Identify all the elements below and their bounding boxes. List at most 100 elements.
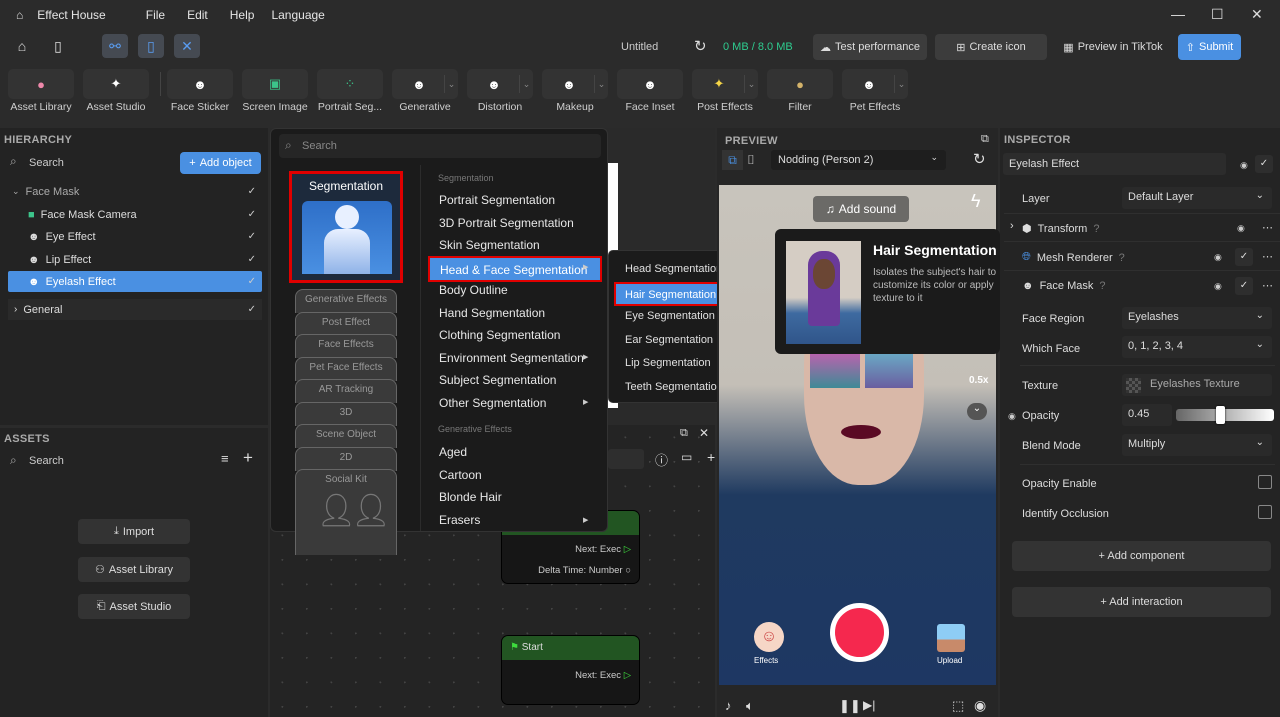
tiktok-icon[interactable]: ♪: [725, 698, 732, 713]
opacity-input[interactable]: 0.45: [1122, 404, 1172, 426]
menu-item-head-face-segmentation[interactable]: Head & Face Segmentation: [428, 255, 602, 282]
create-icon-button[interactable]: ⊞ Create icon: [935, 34, 1047, 60]
popout-icon[interactable]: ⧉: [981, 133, 989, 146]
identify-occlusion-checkbox[interactable]: [1258, 505, 1272, 519]
category-generative-effects[interactable]: Generative Effects: [295, 289, 397, 313]
visible-check-icon[interactable]: ✓: [248, 231, 256, 242]
category-segmentation[interactable]: Segmentation: [289, 171, 403, 283]
test-performance-button[interactable]: ☁ Test performance: [813, 34, 927, 60]
info-icon[interactable]: ⓘ: [655, 450, 668, 469]
tool-face-sticker-button[interactable]: ☻: [167, 69, 233, 99]
graph-search-input[interactable]: [608, 449, 644, 469]
graph-view-icon[interactable]: ⚯: [102, 34, 128, 58]
category-2d[interactable]: 2D: [295, 446, 397, 471]
tool-pet-effects-button[interactable]: ☻ ⌄: [842, 69, 908, 99]
blend-mode-select[interactable]: Multiply ⌄: [1122, 434, 1272, 456]
visible-check-icon[interactable]: ✓: [248, 209, 256, 220]
opacity-slider-thumb[interactable]: [1215, 406, 1225, 424]
tool-distortion-button[interactable]: ☻ ⌄: [467, 69, 533, 99]
visible-check-icon[interactable]: ✓: [248, 254, 256, 265]
submenu-item-eye-segmentation[interactable]: Eye Segmentation: [625, 310, 715, 322]
add-sound-button[interactable]: ♫ Add sound: [813, 196, 909, 222]
dropdown-chevron-icon[interactable]: ⌄: [894, 75, 908, 93]
record-button[interactable]: [830, 603, 889, 662]
tree-item-eye-effect[interactable]: ☻ Eye Effect ✓: [8, 226, 262, 247]
tool-filter-button[interactable]: ●: [767, 69, 833, 99]
submenu-item-teeth-segmentation[interactable]: Teeth Segmentation: [625, 381, 723, 393]
minimize-icon[interactable]: —: [1171, 6, 1185, 22]
category-scene-object[interactable]: Scene Object: [295, 424, 397, 448]
texture-picker[interactable]: Eyelashes Texture: [1122, 374, 1272, 396]
menu-file[interactable]: File: [146, 8, 165, 22]
face-mask-enabled-checkbox[interactable]: ✓: [1235, 277, 1253, 295]
pause-icon[interactable]: ❚❚: [839, 698, 861, 714]
add-node-icon[interactable]: +: [707, 449, 715, 465]
menu-language[interactable]: Language: [271, 8, 324, 22]
camera-icon[interactable]: ⌷: [747, 152, 755, 168]
expand-chevron-icon[interactable]: ›: [1010, 220, 1014, 232]
refresh-icon[interactable]: ↻: [694, 37, 707, 55]
tool-makeup-button[interactable]: ☻ ⌄: [542, 69, 608, 99]
phone-view-icon[interactable]: ▯: [138, 34, 164, 58]
menu-item-body-outline[interactable]: Body Outline: [439, 283, 508, 297]
add-asset-icon[interactable]: +: [243, 448, 253, 468]
volume-icon[interactable]: 🔈︎: [746, 698, 754, 714]
dropdown-chevron-icon[interactable]: ⌄: [444, 75, 458, 93]
opacity-slider[interactable]: [1176, 406, 1274, 424]
stop-record-icon[interactable]: ◉: [974, 697, 986, 714]
opacity-keyframe-icon[interactable]: ◉: [1008, 411, 1016, 422]
menu-item-environment-segmentation[interactable]: Environment Segmentation: [439, 351, 584, 365]
dropdown-chevron-icon[interactable]: ⌄: [744, 75, 758, 93]
opacity-enable-checkbox[interactable]: [1258, 475, 1272, 489]
expand-chevron-icon[interactable]: ⌄: [967, 403, 987, 420]
asset-studio-button[interactable]: ⎗ Asset Studio: [78, 594, 190, 619]
number-pin-icon[interactable]: ○: [625, 565, 631, 576]
add-object-button[interactable]: + Add object: [180, 152, 261, 174]
exec-pin-icon[interactable]: ▷: [624, 544, 631, 555]
submenu-item-head-segmentation[interactable]: Head Segmentation: [625, 263, 722, 275]
mesh-visibility-icon[interactable]: ◉: [1214, 252, 1222, 263]
object-name-input[interactable]: Eyelash Effect: [1003, 153, 1226, 175]
help-icon[interactable]: ?: [1119, 252, 1125, 264]
filter-icon[interactable]: ≡: [221, 451, 229, 466]
scene-select[interactable]: Nodding (Person 2) ⌄: [771, 150, 946, 170]
transform-component[interactable]: ⬢ Transform?: [1022, 222, 1099, 236]
home-icon[interactable]: ⌂: [9, 34, 35, 58]
object-enabled-checkbox[interactable]: ✓: [1255, 155, 1273, 173]
submenu-item-lip-segmentation[interactable]: Lip Segmentation: [625, 357, 711, 369]
submenu-item-ear-segmentation[interactable]: Ear Segmentation: [625, 334, 713, 346]
exec-pin-icon[interactable]: ▷: [624, 670, 631, 681]
dropdown-chevron-icon[interactable]: ⌄: [519, 75, 533, 93]
tree-item-general[interactable]: › General ✓: [8, 299, 262, 320]
menu-item-erasers[interactable]: Erasers: [439, 513, 480, 527]
tool-portrait-seg-button[interactable]: ⁘: [317, 69, 383, 99]
face-mask-component[interactable]: ☻ Face Mask?: [1022, 280, 1106, 292]
menu-item-subject-segmentation[interactable]: Subject Segmentation: [439, 373, 556, 387]
book-icon[interactable]: ▯: [45, 34, 71, 58]
submit-button[interactable]: ⇧ Submit: [1178, 34, 1241, 60]
effects-button[interactable]: ☺: [754, 622, 784, 652]
menu-item-hand-segmentation[interactable]: Hand Segmentation: [439, 306, 545, 320]
menu-item-aged[interactable]: Aged: [439, 445, 467, 459]
mesh-enabled-checkbox[interactable]: ✓: [1235, 248, 1253, 266]
category-face-effects[interactable]: Face Effects: [295, 334, 397, 358]
dropdown-chevron-icon[interactable]: ⌄: [594, 75, 608, 93]
tool-asset-studio-button[interactable]: ✦: [83, 69, 149, 99]
tool-face-inset-button[interactable]: ☻: [617, 69, 683, 99]
menu-item-other-segmentation[interactable]: Other Segmentation: [439, 396, 546, 410]
more-icon[interactable]: ⋯: [1262, 221, 1273, 234]
speed-label[interactable]: 0.5x: [969, 375, 988, 386]
asset-library-button[interactable]: ⚇ Asset Library: [78, 557, 190, 582]
which-face-select[interactable]: 0, 1, 2, 3, 4 ⌄: [1122, 336, 1272, 358]
assets-search-input[interactable]: Search: [29, 455, 64, 467]
flash-icon[interactable]: ϟ: [971, 191, 981, 212]
category-ar-tracking[interactable]: AR Tracking: [295, 379, 397, 403]
tool-post-effects-button[interactable]: ✦ ⌄: [692, 69, 758, 99]
menu-item-portrait-segmentation[interactable]: Portrait Segmentation: [439, 193, 555, 207]
step-forward-icon[interactable]: ▶|: [863, 698, 875, 712]
more-icon[interactable]: ⋯: [1262, 279, 1273, 292]
import-button[interactable]: ⤓ Import: [78, 519, 190, 544]
menu-item-3d-portrait-segmentation[interactable]: 3D Portrait Segmentation: [439, 216, 574, 230]
maximize-icon[interactable]: ☐: [1211, 6, 1224, 23]
menu-item-blonde-hair[interactable]: Blonde Hair: [439, 490, 502, 504]
